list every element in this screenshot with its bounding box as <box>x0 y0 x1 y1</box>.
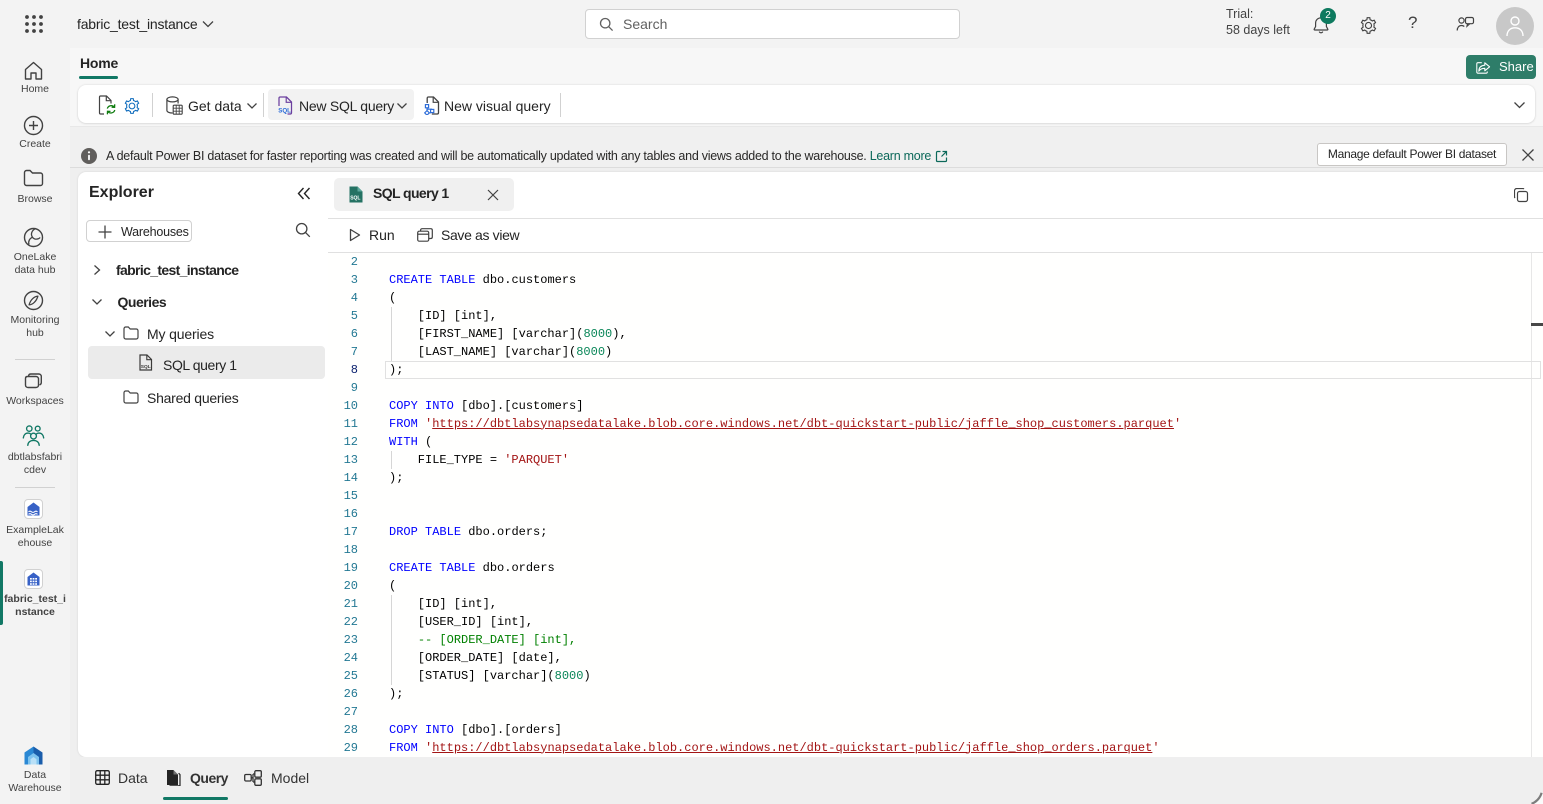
svg-text:SQL: SQL <box>141 364 151 370</box>
svg-text:SQL: SQL <box>350 196 360 202</box>
svg-text:SQL: SQL <box>278 108 291 115</box>
